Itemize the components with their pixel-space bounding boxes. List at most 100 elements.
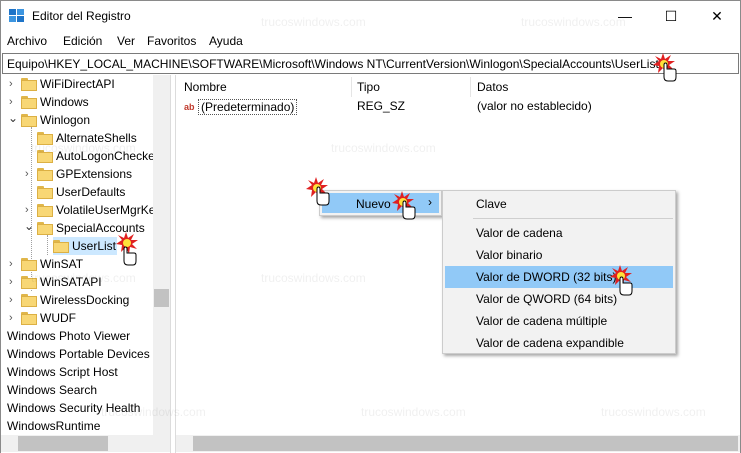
tree-pane[interactable]: › WiFiDirectAPI › Windows ⌄ Winlogon Alt…	[1, 75, 170, 453]
tree-item-winlogon[interactable]: ⌄ Winlogon	[1, 111, 153, 129]
tree-item-autologonchecked[interactable]: AutoLogonChecke	[1, 147, 155, 165]
folder-icon	[37, 203, 53, 217]
menu-ver[interactable]: Ver	[117, 34, 135, 48]
folder-open-icon	[37, 221, 53, 235]
tree-item-label: WinSATAPI	[40, 275, 102, 289]
submenu-item-clave[interactable]: Clave	[445, 193, 673, 215]
menu-archivo[interactable]: Archivo	[7, 34, 47, 48]
folder-icon	[37, 185, 53, 199]
list-horizontal-scrollbar[interactable]	[176, 435, 740, 452]
title-bar: Editor del Registro — ☐ ✕	[1, 1, 740, 31]
close-button[interactable]: ✕	[694, 1, 740, 31]
folder-icon	[21, 257, 37, 271]
click-burst-icon	[392, 191, 416, 220]
menu-item-nuevo-label: Nuevo	[356, 197, 391, 211]
tree-item-windows[interactable]: › Windows	[1, 93, 153, 111]
submenu-item-label: Valor de DWORD (32 bits)	[476, 270, 617, 284]
minimize-icon: —	[618, 8, 632, 24]
tree-item-winsatapi[interactable]: › WinSATAPI	[1, 273, 153, 291]
tree-item-windows-photo-viewer[interactable]: Windows Photo Viewer	[7, 327, 130, 345]
column-header-nombre[interactable]: Nombre	[184, 80, 227, 94]
submenu-item-label: Valor de cadena expandible	[476, 336, 624, 350]
tree-item-label: WUDF	[40, 311, 76, 325]
scrollbar-thumb[interactable]	[154, 289, 169, 307]
tree-item-label: WindowsRuntime	[7, 419, 101, 433]
tree-item-windows-security-health[interactable]: Windows Security Health	[7, 399, 140, 417]
expand-arrow-icon[interactable]: ›	[25, 201, 34, 216]
tree-item-windows-search[interactable]: Windows Search	[7, 381, 97, 399]
tree-item-label: WinSAT	[40, 257, 84, 271]
tree-item-label: Windows Script Host	[7, 365, 118, 379]
tree-horizontal-scrollbar[interactable]	[1, 435, 170, 452]
tree-item-label: WiFiDirectAPI	[40, 77, 115, 91]
tree-item-label: UserList	[72, 239, 117, 253]
click-burst-icon	[610, 265, 633, 296]
folder-icon	[37, 167, 53, 181]
collapse-arrow-icon[interactable]: ⌄	[8, 109, 18, 125]
column-divider[interactable]	[351, 77, 352, 97]
tree-item-label: Windows	[40, 95, 89, 109]
folder-icon	[37, 149, 53, 163]
column-header-datos[interactable]: Datos	[477, 80, 508, 94]
tree-item-windows-portable-devices[interactable]: Windows Portable Devices	[7, 345, 150, 363]
scrollbar-thumb[interactable]	[193, 436, 738, 451]
menu-favoritos[interactable]: Favoritos	[147, 34, 196, 48]
tree-item-wifidirectapi[interactable]: › WiFiDirectAPI	[1, 75, 153, 93]
tree-vertical-scrollbar[interactable]	[153, 75, 170, 435]
folder-open-icon	[21, 113, 37, 127]
nuevo-submenu: Clave Valor de cadena Valor binario Valo…	[442, 190, 676, 354]
context-menu: Nuevo ›	[319, 190, 442, 216]
registry-editor-window: Editor del Registro — ☐ ✕ Archivo Edició…	[0, 0, 741, 453]
submenu-item-label: Valor de QWORD (64 bits)	[476, 292, 618, 306]
tree-item-windowsruntime[interactable]: WindowsRuntime	[7, 417, 100, 435]
tree-item-label: Windows Photo Viewer	[7, 329, 131, 343]
column-header-tipo[interactable]: Tipo	[357, 80, 380, 94]
expand-arrow-icon[interactable]: ›	[9, 93, 18, 108]
tree-item-wirelessdocking[interactable]: › WirelessDocking	[1, 291, 153, 309]
tree-item-windows-script-host[interactable]: Windows Script Host	[7, 363, 118, 381]
tree-item-label: Winlogon	[40, 113, 91, 127]
scrollbar-thumb[interactable]	[18, 436, 108, 451]
tree-item-label: WirelessDocking	[40, 293, 130, 307]
menu-ayuda[interactable]: Ayuda	[209, 34, 243, 48]
address-bar[interactable]: Equipo\HKEY_LOCAL_MACHINE\SOFTWARE\Micro…	[2, 53, 739, 74]
click-burst-icon	[653, 53, 677, 82]
tree-item-userdefaults[interactable]: UserDefaults	[1, 183, 153, 201]
expand-arrow-icon[interactable]: ›	[25, 165, 34, 180]
expand-arrow-icon[interactable]: ›	[9, 75, 18, 90]
submenu-item-valor-de-cadena[interactable]: Valor de cadena	[445, 222, 673, 244]
submenu-item-valor-binario[interactable]: Valor binario	[445, 244, 673, 266]
submenu-item-label: Clave	[476, 197, 507, 211]
value-name: (Predeterminado)	[198, 99, 298, 115]
collapse-arrow-icon[interactable]: ⌄	[24, 217, 34, 233]
tree-item-wudf[interactable]: › WUDF	[1, 309, 153, 327]
submenu-arrow-icon: ›	[428, 195, 432, 209]
menu-bar: Archivo Edición Ver Favoritos Ayuda	[1, 31, 740, 52]
submenu-item-valor-cadena-multiple[interactable]: Valor de cadena múltiple	[445, 310, 673, 332]
expand-arrow-icon[interactable]: ›	[9, 291, 18, 306]
minimize-button[interactable]: —	[602, 1, 648, 31]
tree-item-gpextensions[interactable]: › GPExtensions	[1, 165, 153, 183]
menu-edicion[interactable]: Edición	[63, 34, 102, 48]
tree-item-label: GPExtensions	[56, 167, 133, 181]
submenu-item-valor-qword[interactable]: Valor de QWORD (64 bits)	[445, 288, 673, 310]
maximize-icon: ☐	[664, 7, 678, 24]
submenu-item-label: Valor binario	[476, 248, 543, 262]
maximize-button[interactable]: ☐	[648, 1, 694, 31]
value-data: (valor no establecido)	[477, 99, 592, 113]
tree-item-label: AlternateShells	[56, 131, 137, 145]
tree-item-label: VolatileUserMgrKe	[56, 203, 156, 217]
value-type: REG_SZ	[357, 99, 406, 113]
expand-arrow-icon[interactable]: ›	[9, 309, 18, 324]
submenu-item-valor-cadena-expandible[interactable]: Valor de cadena expandible	[445, 332, 673, 354]
tree-item-label: AutoLogonChecke	[56, 149, 155, 163]
tree-item-label: Windows Search	[7, 383, 98, 397]
expand-arrow-icon[interactable]: ›	[9, 273, 18, 288]
tree-item-alternateshells[interactable]: AlternateShells	[1, 129, 153, 147]
submenu-item-valor-dword[interactable]: Valor de DWORD (32 bits)	[445, 266, 673, 288]
column-divider[interactable]	[470, 77, 471, 97]
expand-arrow-icon[interactable]: ›	[9, 255, 18, 270]
tree-item-label: Windows Security Health	[7, 401, 141, 415]
close-icon: ✕	[711, 7, 723, 24]
folder-icon	[21, 77, 37, 91]
